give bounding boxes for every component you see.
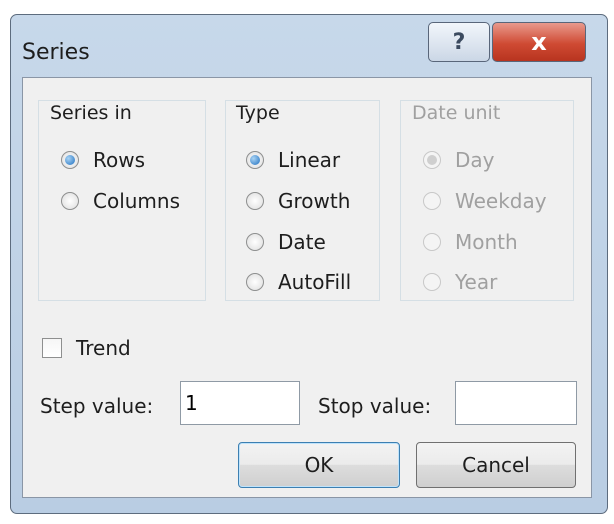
radio-selected-icon [246, 151, 264, 169]
radio-unselected-icon [61, 192, 79, 210]
radio-linear[interactable]: Linear [246, 148, 340, 172]
radio-rows-label: Rows [93, 148, 146, 172]
radio-linear-label: Linear [278, 148, 341, 172]
radio-autofill[interactable]: AutoFill [246, 270, 351, 294]
radio-weekday[interactable]: Weekday [423, 189, 547, 213]
radio-date-label: Date [278, 230, 326, 254]
radio-unselected-icon [423, 192, 441, 210]
dialog-title: Series [22, 40, 90, 65]
question-mark-icon: ? [452, 29, 466, 55]
radio-unselected-icon [423, 273, 441, 291]
ok-button[interactable]: OK [238, 442, 400, 488]
step-value-input[interactable] [180, 381, 300, 425]
checkbox-box-icon [42, 338, 62, 358]
radio-unselected-icon [423, 233, 441, 251]
radio-unselected-icon [246, 233, 264, 251]
close-button[interactable]: x [492, 22, 586, 62]
stop-value-label: Stop value: [318, 394, 432, 418]
radio-unselected-icon [246, 273, 264, 291]
cancel-button[interactable]: Cancel [416, 442, 576, 488]
radio-year[interactable]: Year [423, 270, 497, 294]
radio-year-label: Year [455, 270, 498, 294]
radio-rows[interactable]: Rows [61, 148, 145, 172]
radio-growth-label: Growth [278, 189, 351, 213]
stop-value-input[interactable] [455, 381, 577, 425]
radio-columns[interactable]: Columns [61, 189, 180, 213]
radio-month[interactable]: Month [423, 230, 518, 254]
radio-date[interactable]: Date [246, 230, 326, 254]
radio-day-label: Day [455, 148, 495, 172]
radio-growth[interactable]: Growth [246, 189, 350, 213]
radio-weekday-label: Weekday [455, 189, 547, 213]
radio-day[interactable]: Day [423, 148, 495, 172]
radio-selected-icon [423, 151, 441, 169]
radio-selected-icon [61, 151, 79, 169]
series-in-label: Series in [46, 102, 136, 124]
step-value-label: Step value: [40, 394, 154, 418]
date-unit-label: Date unit [408, 102, 505, 124]
close-icon: x [531, 28, 547, 56]
help-button[interactable]: ? [428, 22, 490, 62]
radio-unselected-icon [246, 192, 264, 210]
radio-month-label: Month [455, 230, 518, 254]
trend-label: Trend [76, 336, 131, 360]
type-label: Type [232, 102, 284, 124]
radio-autofill-label: AutoFill [278, 270, 352, 294]
trend-checkbox[interactable]: Trend [42, 336, 131, 360]
radio-columns-label: Columns [93, 189, 181, 213]
